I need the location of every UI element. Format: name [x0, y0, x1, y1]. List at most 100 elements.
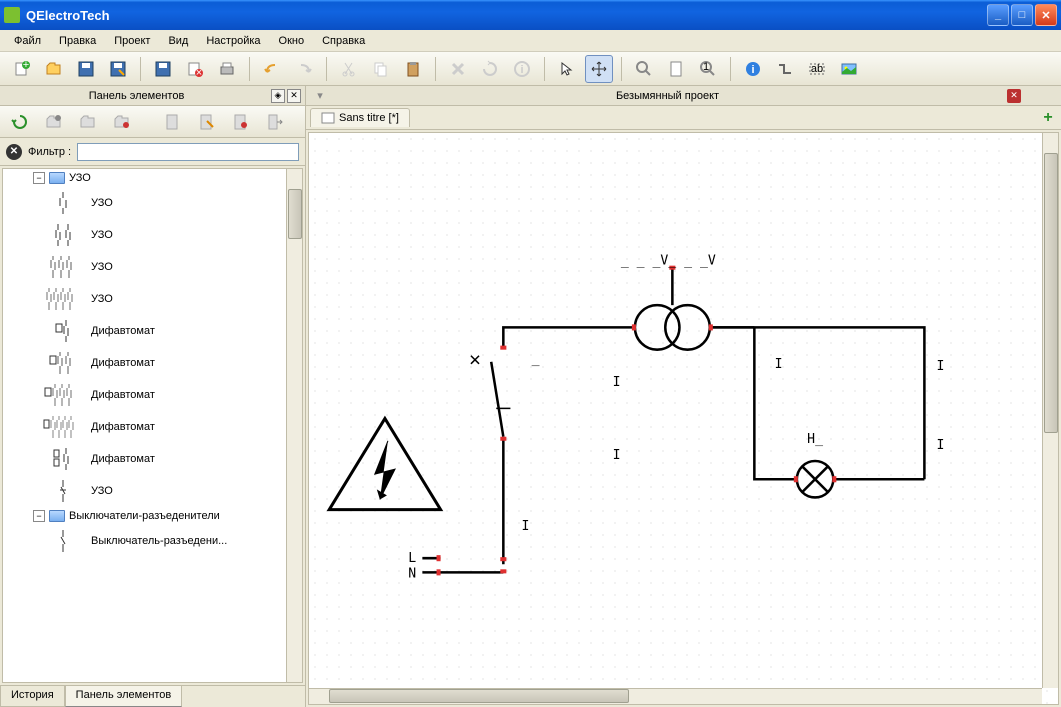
info-button[interactable]: i — [508, 55, 536, 83]
menu-help[interactable]: Справка — [314, 33, 373, 49]
menu-window[interactable]: Окно — [271, 33, 313, 49]
svg-text:_: _ — [532, 352, 540, 367]
tree-item[interactable]: Дифавтомат — [3, 443, 302, 475]
tree-item[interactable]: УЗО — [3, 251, 302, 283]
canvas-area: ▾ Безымянный проект ✕ Sans titre [*] + — [306, 86, 1061, 707]
vertical-scrollbar[interactable] — [1042, 133, 1058, 688]
new-button[interactable]: + — [8, 55, 36, 83]
expand-icon[interactable]: − — [33, 172, 45, 184]
tree-scrollbar[interactable] — [286, 169, 302, 682]
panel-delete-folder-button[interactable] — [108, 108, 136, 136]
open-button[interactable] — [40, 55, 68, 83]
tab-elements[interactable]: Панель элементов — [65, 686, 183, 707]
undo-button[interactable] — [258, 55, 286, 83]
svg-text:1: 1 — [703, 61, 709, 73]
svg-text:H_: H_ — [807, 432, 823, 447]
properties-button[interactable]: i — [739, 55, 767, 83]
sheet-tab[interactable]: Sans titre [*] — [310, 108, 410, 127]
app-icon — [4, 7, 20, 23]
menu-edit[interactable]: Правка — [51, 33, 104, 49]
close-button[interactable]: ✕ — [1035, 4, 1057, 26]
doc-menu-icon[interactable]: ▾ — [312, 88, 328, 104]
svg-text:N: N — [408, 566, 416, 581]
menu-project[interactable]: Проект — [106, 33, 158, 49]
tree-item[interactable]: УЗО — [3, 283, 302, 315]
redo-button[interactable] — [290, 55, 318, 83]
sheet-name: Sans titre [*] — [339, 112, 399, 124]
tab-history[interactable]: История — [0, 686, 65, 707]
tree-folder[interactable]: − УЗО — [3, 169, 302, 187]
project-name: Безымянный проект — [616, 90, 719, 102]
expand-icon[interactable]: − — [33, 510, 45, 522]
tree-item[interactable]: Дифавтомат — [3, 315, 302, 347]
elements-panel: Панель элементов ◈ ✕ ✕ Фильтр : − — [0, 86, 306, 707]
copy-button[interactable] — [367, 55, 395, 83]
maximize-button[interactable]: □ — [1011, 4, 1033, 26]
tree-item[interactable]: Дифавтомат — [3, 379, 302, 411]
panel-float-button[interactable]: ◈ — [271, 89, 285, 103]
panel-bottom-tabs: История Панель элементов — [0, 685, 305, 707]
panel-reload-button[interactable] — [6, 108, 34, 136]
elements-tree[interactable]: − УЗО УЗО УЗО УЗО УЗО Дифавтомат Дифавто… — [2, 168, 303, 683]
menu-settings[interactable]: Настройка — [198, 33, 268, 49]
select-tool[interactable] — [553, 55, 581, 83]
save-as-button[interactable] — [104, 55, 132, 83]
save-project-button[interactable] — [149, 55, 177, 83]
tree-item[interactable]: Дифавтомат — [3, 347, 302, 379]
filter-label: Фильтр : — [28, 146, 71, 158]
tree-item[interactable]: УЗО — [3, 187, 302, 219]
image-button[interactable] — [835, 55, 863, 83]
panel-edit-element-button[interactable] — [192, 108, 220, 136]
sheet-icon — [321, 112, 335, 124]
project-tab[interactable]: Безымянный проект — [328, 90, 1007, 102]
panel-delete-element-button[interactable] — [226, 108, 254, 136]
add-sheet-button[interactable]: + — [1039, 109, 1057, 127]
svg-text:I: I — [937, 438, 945, 453]
zoom-fit-button[interactable]: 1 — [694, 55, 722, 83]
panel-toolbar — [0, 106, 305, 138]
filter-clear-icon[interactable]: ✕ — [6, 144, 22, 160]
menu-file[interactable]: Файл — [6, 33, 49, 49]
tree-item[interactable]: УЗО — [3, 219, 302, 251]
tree-folder[interactable]: − Выключатели-разъеденители — [3, 507, 302, 525]
svg-text:×: × — [196, 67, 202, 78]
tree-item[interactable]: УЗО — [3, 475, 302, 507]
svg-text:I: I — [613, 375, 621, 390]
panel-edit-folder-button[interactable] — [74, 108, 102, 136]
wire-button[interactable] — [771, 55, 799, 83]
move-tool[interactable] — [585, 55, 613, 83]
panel-import-button[interactable] — [260, 108, 288, 136]
minimize-button[interactable]: _ — [987, 4, 1009, 26]
svg-text:+: + — [23, 60, 29, 71]
folder-icon — [49, 510, 65, 522]
tree-item[interactable]: Дифавтомат — [3, 411, 302, 443]
menu-view[interactable]: Вид — [160, 33, 196, 49]
rotate-button[interactable] — [476, 55, 504, 83]
window-titlebar: QElectroTech _ □ ✕ — [0, 0, 1061, 30]
panel-new-element-button[interactable] — [158, 108, 186, 136]
svg-text:L: L — [408, 551, 416, 566]
svg-text:i: i — [751, 64, 754, 76]
panel-title: Панель элементов — [4, 90, 269, 102]
horizontal-scrollbar[interactable] — [309, 688, 1042, 704]
menu-bar: Файл Правка Проект Вид Настройка Окно Сп… — [0, 30, 1061, 52]
delete-button[interactable] — [444, 55, 472, 83]
filter-input[interactable] — [77, 143, 299, 161]
zoom-button[interactable] — [630, 55, 658, 83]
panel-new-folder-button[interactable] — [40, 108, 68, 136]
print-button[interactable] — [213, 55, 241, 83]
main-toolbar: + × i 1 i ab — [0, 52, 1061, 86]
cut-button[interactable] — [335, 55, 363, 83]
page-button[interactable] — [662, 55, 690, 83]
text-button[interactable]: ab — [803, 55, 831, 83]
tree-item[interactable]: Выключатель-разъедени... — [3, 525, 302, 557]
svg-text:I: I — [775, 357, 783, 372]
save-button[interactable] — [72, 55, 100, 83]
close-tab-button[interactable]: ✕ — [1007, 89, 1021, 103]
close-project-button[interactable]: × — [181, 55, 209, 83]
panel-close-button[interactable]: ✕ — [287, 89, 301, 103]
schematic-canvas[interactable]: _ _ _V_ _ _V H_ L N _ I I I I I I — [309, 133, 1058, 704]
window-title: QElectroTech — [26, 8, 987, 23]
svg-text:I: I — [522, 519, 530, 534]
paste-button[interactable] — [399, 55, 427, 83]
